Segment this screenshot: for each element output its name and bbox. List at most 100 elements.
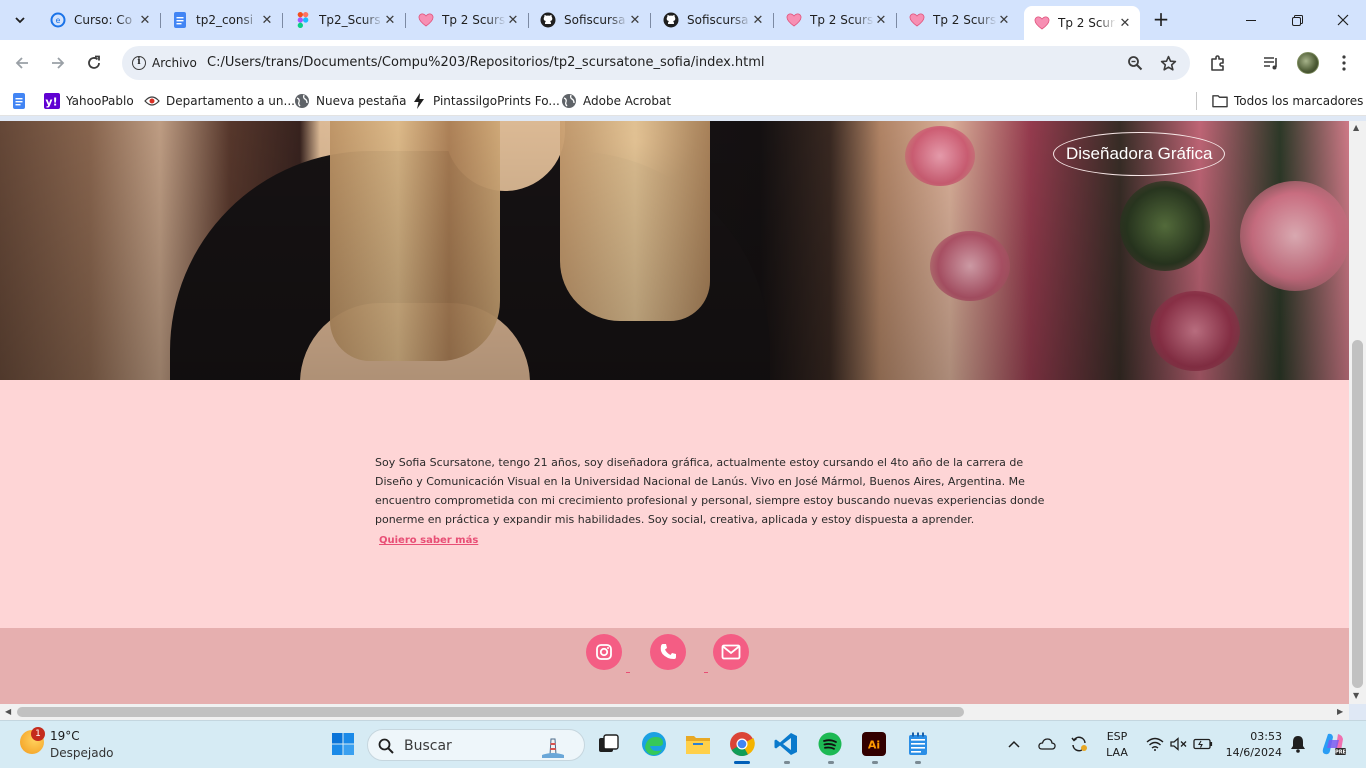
- reload-button[interactable]: [80, 49, 108, 77]
- tab-4[interactable]: Sofiscursa ✕: [530, 6, 651, 34]
- search-icon: [378, 738, 394, 754]
- tab-2[interactable]: Tp2_Scurs ✕: [285, 6, 406, 34]
- bookmark-yahoo[interactable]: y! YahooPablo: [44, 92, 134, 110]
- copilot-button[interactable]: PRE: [1320, 731, 1346, 757]
- scroll-up-arrow[interactable]: ▲: [1353, 123, 1359, 132]
- illustrator-app[interactable]: Ai: [861, 731, 887, 757]
- bookmark-star-icon[interactable]: [1159, 54, 1177, 72]
- instagram-button[interactable]: [586, 634, 622, 670]
- minimize-button[interactable]: [1228, 0, 1274, 40]
- bookmark-docs[interactable]: [11, 92, 33, 110]
- svg-text:e: e: [56, 16, 61, 25]
- bookmark-label: YahooPablo: [66, 94, 134, 108]
- tab-title: Sofiscursa: [564, 13, 626, 27]
- github-icon: [663, 12, 679, 28]
- scroll-right-arrow[interactable]: ▶: [1337, 707, 1343, 716]
- close-icon: [1337, 14, 1349, 26]
- forward-button[interactable]: [44, 49, 72, 77]
- tab-8-active[interactable]: Tp 2 Scurs ✕: [1024, 6, 1140, 40]
- mail-button[interactable]: [713, 634, 749, 670]
- vertical-scroll-thumb[interactable]: [1352, 340, 1363, 688]
- weather-condition[interactable]: Despejado: [50, 746, 114, 760]
- weather-badge: 1: [31, 727, 45, 741]
- tab-title: tp2_consi: [196, 13, 254, 27]
- start-button[interactable]: [330, 731, 356, 757]
- language-indicator[interactable]: ESP: [1103, 730, 1131, 743]
- bookmark-pintassilgo[interactable]: PintassilgoPrints Fo...: [411, 92, 560, 110]
- docs-icon: [172, 12, 188, 28]
- cloud-icon: [1038, 738, 1056, 750]
- spotify-app[interactable]: [817, 731, 843, 757]
- wifi-status[interactable]: [1142, 731, 1168, 757]
- globe-icon: [294, 93, 310, 109]
- tab-title: Tp 2 Scurs: [810, 13, 874, 27]
- new-tab-button[interactable]: +: [1151, 9, 1171, 30]
- tab-7[interactable]: Tp 2 Scurs ✕: [899, 6, 1019, 34]
- weather-temperature[interactable]: 19°C: [50, 729, 80, 743]
- close-icon[interactable]: ✕: [260, 13, 274, 28]
- close-icon[interactable]: ✕: [1118, 16, 1132, 31]
- address-bar[interactable]: i Archivo C:/Users/trans/Documents/Compu…: [122, 46, 1190, 80]
- close-icon[interactable]: ✕: [874, 13, 888, 28]
- close-icon[interactable]: ✕: [138, 13, 152, 28]
- tab-title: Tp2_Scurs: [319, 13, 381, 27]
- browser-menu-button[interactable]: [1333, 52, 1355, 74]
- sync-button[interactable]: [1066, 731, 1092, 757]
- media-controls-button[interactable]: [1260, 52, 1282, 74]
- windows-logo-icon: [332, 733, 354, 755]
- zoom-icon[interactable]: [1126, 54, 1144, 72]
- tab-6[interactable]: Tp 2 Scurs ✕: [776, 6, 897, 34]
- tab-0[interactable]: e Curso: Co ✕: [40, 6, 161, 34]
- edge-app[interactable]: [641, 731, 667, 757]
- vertical-scrollbar[interactable]: ▲ ▼: [1349, 121, 1366, 704]
- tray-overflow-button[interactable]: [1001, 731, 1027, 757]
- chrome-app[interactable]: [729, 731, 755, 757]
- battery-status[interactable]: [1190, 731, 1216, 757]
- close-icon[interactable]: ✕: [506, 13, 520, 28]
- docs-icon: [11, 93, 27, 109]
- close-icon[interactable]: ✕: [628, 13, 642, 28]
- scroll-down-arrow[interactable]: ▼: [1353, 691, 1359, 700]
- notifications-button[interactable]: [1285, 731, 1311, 757]
- bookmark-departamento[interactable]: Departamento a un...: [144, 92, 295, 110]
- onedrive-button[interactable]: [1034, 731, 1060, 757]
- svg-text:y!: y!: [45, 96, 57, 109]
- horizontal-scrollbar[interactable]: ◀ ▶: [0, 704, 1349, 720]
- task-view-button[interactable]: [596, 731, 622, 757]
- close-icon[interactable]: ✕: [997, 13, 1011, 28]
- close-window-button[interactable]: [1320, 0, 1366, 40]
- profile-avatar[interactable]: [1297, 52, 1319, 74]
- about-paragraph: Soy Sofia Scursatone, tengo 21 años, soy…: [375, 456, 1045, 526]
- tab-1[interactable]: tp2_consi ✕: [162, 6, 283, 34]
- learn-more-link[interactable]: Quiero saber más: [379, 535, 478, 546]
- restore-button[interactable]: [1274, 0, 1320, 40]
- bookmark-nueva-pestana[interactable]: Nueva pestaña: [294, 92, 407, 110]
- extensions-button[interactable]: [1207, 52, 1229, 74]
- search-label: Buscar: [404, 738, 452, 754]
- tab-3[interactable]: Tp 2 Scurs ✕: [408, 6, 529, 34]
- close-icon[interactable]: ✕: [383, 13, 397, 28]
- phone-button[interactable]: [650, 634, 686, 670]
- vscode-app[interactable]: [773, 731, 799, 757]
- tab-title: Tp 2 Scurs: [933, 13, 997, 27]
- horizontal-scroll-thumb[interactable]: [17, 707, 964, 717]
- keyboard-layout[interactable]: LAA: [1103, 746, 1131, 759]
- notepad-app[interactable]: [905, 731, 931, 757]
- tab-separator: [896, 13, 897, 28]
- tab-5[interactable]: Sofiscursa ✕: [653, 6, 774, 34]
- back-button[interactable]: [8, 49, 36, 77]
- tab-title: Tp 2 Scurs: [442, 13, 506, 27]
- tab-search-button[interactable]: [6, 6, 34, 34]
- close-icon[interactable]: ✕: [751, 13, 765, 28]
- volume-status[interactable]: [1166, 731, 1192, 757]
- file-explorer-app[interactable]: [685, 731, 711, 757]
- taskbar-search[interactable]: Buscar: [367, 729, 585, 761]
- url-text[interactable]: C:/Users/trans/Documents/Compu%203/Repos…: [207, 55, 765, 70]
- clock-date[interactable]: 14/6/2024: [1222, 746, 1282, 759]
- all-bookmarks-button[interactable]: Todos los marcadores: [1212, 92, 1363, 110]
- tab-separator: [160, 13, 161, 28]
- clock-time[interactable]: 03:53: [1222, 730, 1282, 743]
- bookmark-adobe-acrobat[interactable]: Adobe Acrobat: [561, 92, 671, 110]
- scroll-left-arrow[interactable]: ◀: [5, 707, 11, 716]
- site-info-chip[interactable]: i Archivo: [126, 50, 207, 76]
